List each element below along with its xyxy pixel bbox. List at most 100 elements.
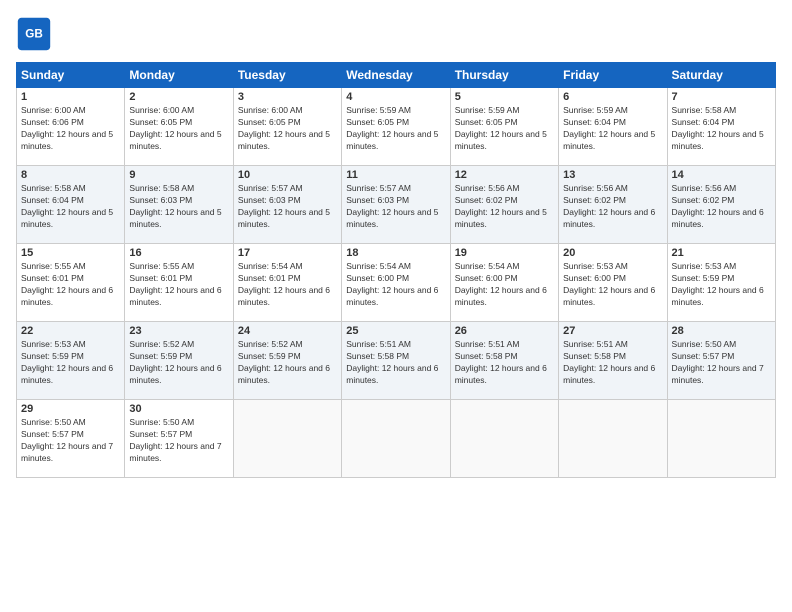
day-number: 2 xyxy=(129,91,228,103)
calendar-cell: 17 Sunrise: 5:54 AM Sunset: 6:01 PM Dayl… xyxy=(233,244,341,322)
calendar-cell: 13 Sunrise: 5:56 AM Sunset: 6:02 PM Dayl… xyxy=(559,166,667,244)
day-detail: Sunrise: 5:54 AM Sunset: 6:00 PM Dayligh… xyxy=(346,261,445,309)
calendar-cell: 27 Sunrise: 5:51 AM Sunset: 5:58 PM Dayl… xyxy=(559,322,667,400)
day-number: 17 xyxy=(238,247,337,259)
calendar-cell: 22 Sunrise: 5:53 AM Sunset: 5:59 PM Dayl… xyxy=(17,322,125,400)
day-number: 21 xyxy=(672,247,771,259)
calendar-cell: 28 Sunrise: 5:50 AM Sunset: 5:57 PM Dayl… xyxy=(667,322,775,400)
day-detail: Sunrise: 5:53 AM Sunset: 6:00 PM Dayligh… xyxy=(563,261,662,309)
day-detail: Sunrise: 5:59 AM Sunset: 6:04 PM Dayligh… xyxy=(563,105,662,153)
day-detail: Sunrise: 5:56 AM Sunset: 6:02 PM Dayligh… xyxy=(455,183,554,231)
calendar-cell xyxy=(559,400,667,478)
calendar-cell: 23 Sunrise: 5:52 AM Sunset: 5:59 PM Dayl… xyxy=(125,322,233,400)
calendar-cell: 12 Sunrise: 5:56 AM Sunset: 6:02 PM Dayl… xyxy=(450,166,558,244)
calendar-cell: 16 Sunrise: 5:55 AM Sunset: 6:01 PM Dayl… xyxy=(125,244,233,322)
day-detail: Sunrise: 5:57 AM Sunset: 6:03 PM Dayligh… xyxy=(346,183,445,231)
day-detail: Sunrise: 6:00 AM Sunset: 6:06 PM Dayligh… xyxy=(21,105,120,153)
calendar-week-3: 15 Sunrise: 5:55 AM Sunset: 6:01 PM Dayl… xyxy=(17,244,776,322)
calendar-cell: 4 Sunrise: 5:59 AM Sunset: 6:05 PM Dayli… xyxy=(342,88,450,166)
calendar-cell: 24 Sunrise: 5:52 AM Sunset: 5:59 PM Dayl… xyxy=(233,322,341,400)
day-detail: Sunrise: 5:50 AM Sunset: 5:57 PM Dayligh… xyxy=(21,417,120,465)
day-detail: Sunrise: 5:55 AM Sunset: 6:01 PM Dayligh… xyxy=(129,261,228,309)
calendar-cell: 30 Sunrise: 5:50 AM Sunset: 5:57 PM Dayl… xyxy=(125,400,233,478)
calendar-body: 1 Sunrise: 6:00 AM Sunset: 6:06 PM Dayli… xyxy=(17,88,776,478)
day-number: 15 xyxy=(21,247,120,259)
day-detail: Sunrise: 5:52 AM Sunset: 5:59 PM Dayligh… xyxy=(238,339,337,387)
page-header: GB xyxy=(16,16,776,52)
calendar-cell: 14 Sunrise: 5:56 AM Sunset: 6:02 PM Dayl… xyxy=(667,166,775,244)
calendar-cell xyxy=(233,400,341,478)
day-header-saturday: Saturday xyxy=(667,63,775,88)
day-detail: Sunrise: 5:59 AM Sunset: 6:05 PM Dayligh… xyxy=(455,105,554,153)
day-number: 5 xyxy=(455,91,554,103)
logo-icon: GB xyxy=(16,16,52,52)
calendar-week-1: 1 Sunrise: 6:00 AM Sunset: 6:06 PM Dayli… xyxy=(17,88,776,166)
day-detail: Sunrise: 5:58 AM Sunset: 6:04 PM Dayligh… xyxy=(672,105,771,153)
day-detail: Sunrise: 6:00 AM Sunset: 6:05 PM Dayligh… xyxy=(238,105,337,153)
calendar-cell: 8 Sunrise: 5:58 AM Sunset: 6:04 PM Dayli… xyxy=(17,166,125,244)
day-detail: Sunrise: 5:50 AM Sunset: 5:57 PM Dayligh… xyxy=(672,339,771,387)
calendar-cell: 5 Sunrise: 5:59 AM Sunset: 6:05 PM Dayli… xyxy=(450,88,558,166)
day-number: 20 xyxy=(563,247,662,259)
day-detail: Sunrise: 5:57 AM Sunset: 6:03 PM Dayligh… xyxy=(238,183,337,231)
day-detail: Sunrise: 5:59 AM Sunset: 6:05 PM Dayligh… xyxy=(346,105,445,153)
day-number: 24 xyxy=(238,325,337,337)
calendar-cell: 3 Sunrise: 6:00 AM Sunset: 6:05 PM Dayli… xyxy=(233,88,341,166)
day-detail: Sunrise: 5:53 AM Sunset: 5:59 PM Dayligh… xyxy=(672,261,771,309)
calendar-cell: 29 Sunrise: 5:50 AM Sunset: 5:57 PM Dayl… xyxy=(17,400,125,478)
day-number: 1 xyxy=(21,91,120,103)
day-number: 3 xyxy=(238,91,337,103)
calendar-cell: 25 Sunrise: 5:51 AM Sunset: 5:58 PM Dayl… xyxy=(342,322,450,400)
day-header-thursday: Thursday xyxy=(450,63,558,88)
calendar-week-2: 8 Sunrise: 5:58 AM Sunset: 6:04 PM Dayli… xyxy=(17,166,776,244)
day-number: 29 xyxy=(21,403,120,415)
calendar-cell: 21 Sunrise: 5:53 AM Sunset: 5:59 PM Dayl… xyxy=(667,244,775,322)
calendar-cell: 10 Sunrise: 5:57 AM Sunset: 6:03 PM Dayl… xyxy=(233,166,341,244)
calendar-cell: 2 Sunrise: 6:00 AM Sunset: 6:05 PM Dayli… xyxy=(125,88,233,166)
day-number: 19 xyxy=(455,247,554,259)
calendar-cell: 9 Sunrise: 5:58 AM Sunset: 6:03 PM Dayli… xyxy=(125,166,233,244)
day-number: 18 xyxy=(346,247,445,259)
calendar-cell: 26 Sunrise: 5:51 AM Sunset: 5:58 PM Dayl… xyxy=(450,322,558,400)
day-number: 30 xyxy=(129,403,228,415)
day-number: 13 xyxy=(563,169,662,181)
day-detail: Sunrise: 5:52 AM Sunset: 5:59 PM Dayligh… xyxy=(129,339,228,387)
calendar-cell: 15 Sunrise: 5:55 AM Sunset: 6:01 PM Dayl… xyxy=(17,244,125,322)
day-detail: Sunrise: 5:56 AM Sunset: 6:02 PM Dayligh… xyxy=(672,183,771,231)
day-number: 12 xyxy=(455,169,554,181)
calendar-cell: 1 Sunrise: 6:00 AM Sunset: 6:06 PM Dayli… xyxy=(17,88,125,166)
day-detail: Sunrise: 5:58 AM Sunset: 6:04 PM Dayligh… xyxy=(21,183,120,231)
calendar-header-row: SundayMondayTuesdayWednesdayThursdayFrid… xyxy=(17,63,776,88)
calendar-cell: 6 Sunrise: 5:59 AM Sunset: 6:04 PM Dayli… xyxy=(559,88,667,166)
calendar-cell: 18 Sunrise: 5:54 AM Sunset: 6:00 PM Dayl… xyxy=(342,244,450,322)
calendar-cell: 20 Sunrise: 5:53 AM Sunset: 6:00 PM Dayl… xyxy=(559,244,667,322)
day-detail: Sunrise: 6:00 AM Sunset: 6:05 PM Dayligh… xyxy=(129,105,228,153)
calendar-cell xyxy=(342,400,450,478)
calendar-cell: 19 Sunrise: 5:54 AM Sunset: 6:00 PM Dayl… xyxy=(450,244,558,322)
day-header-friday: Friday xyxy=(559,63,667,88)
calendar-week-4: 22 Sunrise: 5:53 AM Sunset: 5:59 PM Dayl… xyxy=(17,322,776,400)
day-number: 25 xyxy=(346,325,445,337)
day-number: 10 xyxy=(238,169,337,181)
calendar-cell: 11 Sunrise: 5:57 AM Sunset: 6:03 PM Dayl… xyxy=(342,166,450,244)
day-detail: Sunrise: 5:51 AM Sunset: 5:58 PM Dayligh… xyxy=(455,339,554,387)
day-detail: Sunrise: 5:51 AM Sunset: 5:58 PM Dayligh… xyxy=(563,339,662,387)
logo: GB xyxy=(16,16,58,52)
day-header-monday: Monday xyxy=(125,63,233,88)
day-header-sunday: Sunday xyxy=(17,63,125,88)
day-detail: Sunrise: 5:55 AM Sunset: 6:01 PM Dayligh… xyxy=(21,261,120,309)
day-number: 4 xyxy=(346,91,445,103)
day-number: 28 xyxy=(672,325,771,337)
svg-text:GB: GB xyxy=(25,28,43,41)
day-detail: Sunrise: 5:50 AM Sunset: 5:57 PM Dayligh… xyxy=(129,417,228,465)
day-number: 9 xyxy=(129,169,228,181)
day-number: 23 xyxy=(129,325,228,337)
day-detail: Sunrise: 5:53 AM Sunset: 5:59 PM Dayligh… xyxy=(21,339,120,387)
calendar-cell xyxy=(667,400,775,478)
day-number: 26 xyxy=(455,325,554,337)
day-number: 8 xyxy=(21,169,120,181)
calendar-cell xyxy=(450,400,558,478)
day-number: 11 xyxy=(346,169,445,181)
day-header-tuesday: Tuesday xyxy=(233,63,341,88)
day-number: 27 xyxy=(563,325,662,337)
